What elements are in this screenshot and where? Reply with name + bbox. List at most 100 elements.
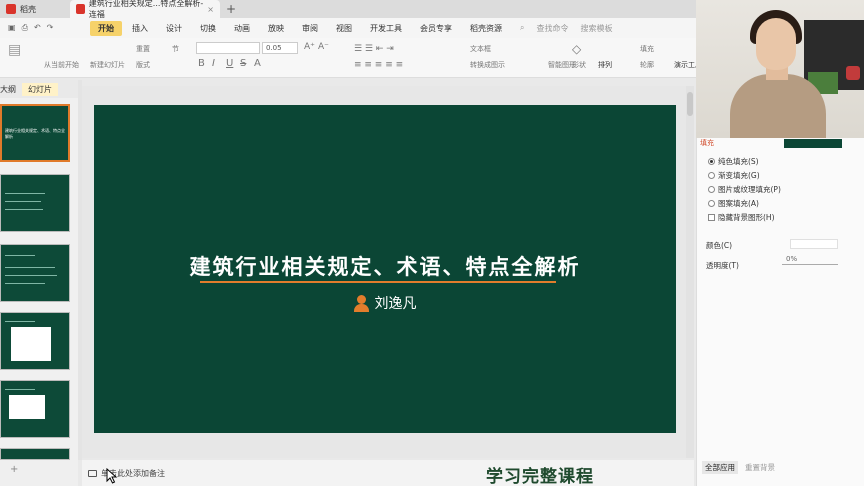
reset-background-button[interactable]: 重置背景: [742, 461, 778, 474]
radio-icon[interactable]: [708, 200, 715, 207]
redo-icon[interactable]: ↷: [47, 23, 54, 33]
radio-icon[interactable]: [708, 172, 715, 179]
thumbnail-line: [5, 389, 35, 390]
font-grow-icon[interactable]: A⁺: [304, 42, 315, 52]
author-name: 刘逸凡: [374, 296, 417, 312]
transparency-value: 0%: [786, 255, 798, 263]
new-slide-button[interactable]: 新建幻灯片: [90, 60, 125, 70]
strikethrough-icon[interactable]: S: [240, 58, 246, 69]
font-shrink-icon[interactable]: A⁻: [318, 42, 329, 52]
mouse-cursor-icon: [106, 468, 118, 484]
menu-member[interactable]: 会员专享: [412, 21, 460, 36]
tab-outline[interactable]: 大纲: [0, 84, 16, 95]
thumbnail-whitebox: [9, 395, 45, 419]
hide-bg-label: 隐藏背景图形(H): [718, 213, 775, 222]
menu-review[interactable]: 审阅: [294, 21, 326, 36]
fill-button[interactable]: 填充: [640, 44, 654, 54]
save-icon[interactable]: ▣: [8, 23, 16, 33]
reset-button[interactable]: 重置: [136, 44, 150, 54]
tab-close-icon[interactable]: ×: [207, 5, 214, 14]
presentation-icon: [76, 4, 85, 14]
slide-thumbnail-2[interactable]: [0, 174, 70, 232]
shape-button[interactable]: 形状: [572, 60, 586, 70]
new-tab-button[interactable]: +: [220, 2, 242, 16]
transparency-label: 透明度(T): [706, 261, 739, 270]
font-name-field[interactable]: [196, 42, 260, 54]
tab-slides[interactable]: 幻灯片: [22, 82, 58, 96]
menu-developer[interactable]: 开发工具: [362, 21, 410, 36]
radio-icon[interactable]: [708, 186, 715, 193]
shape-icon[interactable]: ◇: [572, 42, 581, 56]
font-size-field[interactable]: 0.05: [262, 42, 298, 54]
slide-thumbnail-4[interactable]: [0, 312, 70, 370]
menu-insert[interactable]: 插入: [124, 21, 156, 36]
thumbnail-line: [5, 255, 35, 256]
tab-document-label: 建筑行业相关规定...特点全解析-连福: [88, 0, 204, 19]
command-search[interactable]: ⌕ 查找命令 搜索模板: [520, 23, 612, 34]
fill-option-label: 纯色填充(S): [718, 157, 759, 166]
author-line[interactable]: 刘逸凡: [94, 293, 676, 313]
search-icon: ⌕: [520, 22, 525, 32]
paste-icon[interactable]: ▤: [8, 42, 21, 58]
fill-option-picture[interactable]: 图片或纹理填充(P): [708, 184, 781, 195]
bullets-icon[interactable]: ☰ ☰ ⇤ ⇥: [354, 44, 394, 54]
search-placeholder[interactable]: 查找命令: [536, 23, 568, 34]
template-search[interactable]: 搜索模板: [580, 23, 612, 34]
fill-option-solid[interactable]: 纯色填充(S): [708, 156, 759, 167]
current-slide[interactable]: 建筑行业相关规定、术语、特点全解析 刘逸凡: [94, 105, 676, 433]
color-picker[interactable]: [790, 239, 838, 249]
slide-thumbnail-5[interactable]: [0, 380, 70, 438]
thumbnail-line: [5, 275, 57, 276]
scrollbar-thumb[interactable]: [687, 92, 693, 116]
hide-background-graphics[interactable]: 隐藏背景图形(H): [708, 212, 775, 223]
menu-design[interactable]: 设计: [158, 21, 190, 36]
wps-logo-icon: [6, 4, 16, 14]
bold-icon[interactable]: B: [198, 58, 205, 69]
webcam-overlay: [696, 0, 864, 138]
print-icon[interactable]: ⎙: [22, 23, 28, 33]
notes-bar[interactable]: 单击此处添加备注: [82, 460, 694, 486]
from-current-button[interactable]: 从当前开始: [44, 60, 79, 70]
italic-icon[interactable]: I: [212, 58, 215, 69]
checkbox-icon[interactable]: [708, 214, 715, 221]
font-color-icon[interactable]: A: [254, 58, 261, 69]
section-button[interactable]: 节: [172, 44, 179, 54]
thumbnail-title: 建筑行业相关规定、术语、特点全解析: [5, 128, 65, 139]
slide-thumbnail-1[interactable]: 建筑行业相关规定、术语、特点全解析: [0, 104, 70, 162]
menu-docer[interactable]: 稻壳资源: [462, 21, 510, 36]
undo-icon[interactable]: ↶: [34, 23, 41, 33]
slide-thumbnail-6[interactable]: [0, 448, 70, 460]
text-box-button[interactable]: 文本框: [470, 44, 491, 54]
slide-thumbnail-3[interactable]: [0, 244, 70, 302]
tab-document[interactable]: 建筑行业相关规定...特点全解析-连福 ×: [70, 0, 220, 19]
fill-option-gradient[interactable]: 渐变填充(G): [708, 170, 760, 181]
layout-button[interactable]: 版式: [136, 60, 150, 70]
thumbnail-line: [5, 267, 55, 268]
thumbnail-line: [5, 201, 41, 202]
arrange-button[interactable]: 排列: [598, 60, 612, 70]
thumbnail-line: [5, 283, 45, 284]
menu-home[interactable]: 开始: [90, 20, 122, 36]
fill-option-label: 图案填充(A): [718, 199, 759, 208]
editor-scrollbar[interactable]: [686, 86, 694, 458]
underline-icon[interactable]: U: [226, 58, 233, 69]
tab-home[interactable]: 稻壳: [0, 0, 70, 18]
slide-title[interactable]: 建筑行业相关规定、术语、特点全解析: [94, 251, 676, 281]
menu-slideshow[interactable]: 放映: [260, 21, 292, 36]
menu-view[interactable]: 视图: [328, 21, 360, 36]
add-slide-button[interactable]: +: [0, 460, 78, 486]
smart-art-button[interactable]: 转换成图示: [470, 60, 505, 70]
menu-transition[interactable]: 切换: [192, 21, 224, 36]
transparency-slider[interactable]: [782, 264, 838, 265]
outline-button[interactable]: 轮廓: [640, 60, 654, 70]
quick-access-toolbar: ▣ ⎙ ↶ ↷: [8, 23, 88, 33]
fill-section-header[interactable]: 填充: [700, 138, 860, 148]
apply-all-button[interactable]: 全部应用: [702, 461, 738, 474]
tab-home-label: 稻壳: [20, 4, 36, 14]
fill-option-pattern[interactable]: 图案填充(A): [708, 198, 759, 209]
slide-thumbnails: 建筑行业相关规定、术语、特点全解析: [0, 98, 78, 460]
person-icon: [353, 294, 369, 312]
align-icon[interactable]: ≡ ≡ ≡ ≡ ≡: [354, 60, 403, 70]
menu-animation[interactable]: 动画: [226, 21, 258, 36]
radio-icon[interactable]: [708, 158, 715, 165]
